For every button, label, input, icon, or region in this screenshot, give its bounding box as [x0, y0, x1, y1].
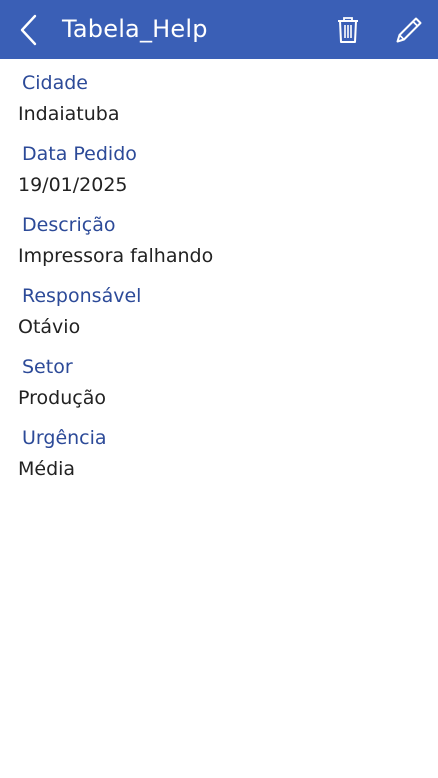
detail-form: Cidade Indaiatuba Data Pedido 19/01/2025…: [0, 59, 438, 485]
delete-button[interactable]: [330, 10, 366, 50]
page-title: Tabela_Help: [62, 15, 208, 43]
field-value: Produção: [18, 387, 106, 409]
field-value: 19/01/2025: [18, 174, 128, 196]
field-value: Indaiatuba: [18, 103, 120, 125]
field-data-pedido: Data Pedido 19/01/2025: [0, 130, 438, 201]
field-value: Impressora falhando: [18, 245, 214, 267]
field-cidade: Cidade Indaiatuba: [0, 59, 438, 130]
field-label: Urgência: [22, 427, 107, 449]
field-descricao: Descrição Impressora falhando: [0, 201, 438, 272]
field-urgencia: Urgência Média: [0, 414, 438, 485]
pencil-icon: [396, 17, 422, 43]
field-label: Responsável: [22, 285, 142, 307]
field-setor: Setor Produção: [0, 343, 438, 414]
edit-button[interactable]: [390, 10, 428, 50]
back-button[interactable]: [11, 10, 47, 50]
field-label: Setor: [22, 356, 73, 378]
field-responsavel: Responsável Otávio: [0, 272, 438, 343]
chevron-left-icon: [20, 14, 37, 46]
field-label: Data Pedido: [22, 143, 137, 165]
field-value: Média: [18, 458, 76, 480]
trash-icon: [338, 17, 358, 43]
field-label: Descrição: [22, 214, 116, 236]
field-label: Cidade: [22, 72, 88, 94]
app-header: Tabela_Help: [0, 0, 438, 59]
field-value: Otávio: [18, 316, 81, 338]
